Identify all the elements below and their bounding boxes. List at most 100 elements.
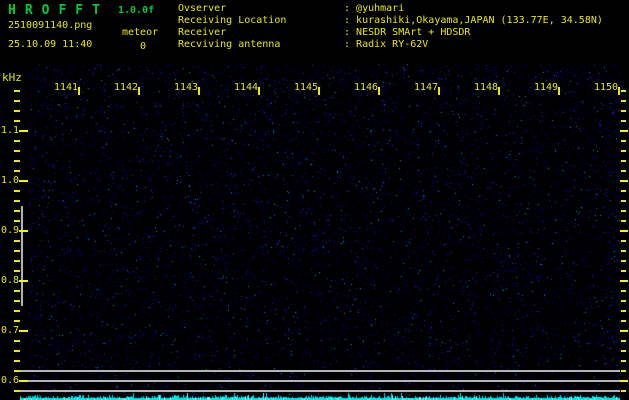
- time-axis-label: 1144: [234, 82, 259, 93]
- freq-minor-tick: [621, 200, 626, 202]
- freq-minor-tick: [621, 100, 626, 102]
- freq-minor-tick: [14, 320, 20, 322]
- info-separator: :: [344, 3, 357, 14]
- freq-minor-tick: [14, 190, 20, 192]
- datetime-label: 25.10.09 11:40: [8, 39, 93, 50]
- freq-major-tick: [19, 280, 28, 282]
- freq-tick-label: 1.1: [1, 125, 20, 136]
- freq-minor-tick: [14, 120, 20, 122]
- freq-minor-tick: [14, 310, 20, 312]
- meteor-count-value: 0: [140, 41, 147, 52]
- time-tick: [498, 87, 500, 95]
- freq-minor-tick: [621, 150, 626, 152]
- freq-tick-label: 0.6: [1, 375, 20, 386]
- freq-minor-tick: [621, 370, 626, 372]
- time-tick: [618, 87, 620, 95]
- freq-minor-tick: [621, 110, 626, 112]
- time-axis-label: 1150: [594, 82, 619, 93]
- freq-minor-tick: [621, 270, 626, 272]
- freq-minor-tick: [621, 190, 626, 192]
- observer-info: Ovserver: @yuhmari Receiving Location: ku…: [178, 3, 603, 51]
- freq-minor-tick: [621, 170, 626, 172]
- freq-minor-tick: [621, 90, 626, 92]
- freq-minor-tick: [621, 240, 626, 242]
- info-label: Receiving Location: [178, 15, 287, 26]
- info-label: Receiver: [178, 27, 227, 38]
- time-axis-label: 1148: [474, 82, 499, 93]
- signal-level-trace: [20, 392, 620, 400]
- time-tick: [318, 87, 320, 95]
- freq-major-tick: [19, 130, 28, 132]
- freq-minor-tick: [621, 160, 626, 162]
- freq-minor-tick: [621, 390, 626, 392]
- meteor-count-label: meteor: [122, 27, 159, 38]
- freq-tick-label: 0.9: [1, 225, 20, 236]
- freq-minor-tick: [14, 140, 20, 142]
- freq-minor-tick: [621, 140, 626, 142]
- filename-label: 2510091140.png: [8, 20, 93, 31]
- freq-minor-tick: [14, 250, 20, 252]
- info-value: @yuhmari: [356, 3, 405, 14]
- time-tick: [258, 87, 260, 95]
- version-label: 1.0.0f: [118, 5, 155, 16]
- freq-minor-tick: [14, 110, 20, 112]
- freq-minor-tick: [621, 120, 626, 122]
- freq-major-tick: [19, 180, 28, 182]
- freq-minor-tick: [14, 260, 20, 262]
- time-axis-label: 1149: [534, 82, 559, 93]
- info-label: Ovserver: [178, 3, 227, 14]
- info-separator: :: [344, 39, 357, 50]
- freq-major-tick: [19, 380, 28, 382]
- freq-major-tick: [620, 380, 628, 382]
- freq-minor-tick: [14, 290, 20, 292]
- time-tick: [438, 87, 440, 95]
- freq-minor-tick: [621, 360, 626, 362]
- freq-minor-tick: [14, 350, 20, 352]
- freq-minor-tick: [14, 160, 20, 162]
- time-tick: [558, 87, 560, 95]
- info-row: Ovserver: @yuhmari: [178, 3, 603, 15]
- freq-major-tick: [620, 230, 628, 232]
- info-value: Radix RY-62V: [356, 39, 429, 50]
- freq-minor-tick: [14, 90, 20, 92]
- reference-line: [20, 380, 620, 382]
- info-row: Receiving Location: kurashiki,Okayama,JA…: [178, 15, 603, 27]
- freq-minor-tick: [14, 340, 20, 342]
- freq-minor-tick: [621, 300, 626, 302]
- freq-minor-tick: [621, 220, 626, 222]
- freq-tick-label: 1.0: [1, 175, 20, 186]
- time-tick: [138, 87, 140, 95]
- freq-minor-tick: [14, 210, 20, 212]
- freq-minor-tick: [14, 220, 20, 222]
- freq-minor-tick: [14, 300, 20, 302]
- time-axis-label: 1141: [54, 82, 79, 93]
- freq-minor-tick: [14, 100, 20, 102]
- hrofft-window: HROFFT 1.0.0f 2510091140.png 25.10.09 11…: [0, 0, 629, 400]
- freq-major-tick: [620, 130, 628, 132]
- freq-minor-tick: [14, 270, 20, 272]
- freq-minor-tick: [621, 210, 626, 212]
- info-label: Recviving antenna: [178, 39, 281, 50]
- freq-minor-tick: [14, 200, 20, 202]
- info-value: NESDR SMArt + HDSDR: [356, 27, 471, 38]
- count-band-marker: [21, 206, 23, 306]
- freq-minor-tick: [621, 320, 626, 322]
- freq-minor-tick: [621, 250, 626, 252]
- info-separator: :: [344, 15, 357, 26]
- info-row: Recviving antenna: Radix RY-62V: [178, 39, 603, 51]
- freq-major-tick: [19, 330, 28, 332]
- time-tick: [78, 87, 80, 95]
- time-tick: [378, 87, 380, 95]
- freq-minor-tick: [621, 350, 626, 352]
- time-axis-label: 1147: [414, 82, 439, 93]
- reference-line: [20, 370, 620, 372]
- freq-major-tick: [620, 180, 628, 182]
- freq-minor-tick: [621, 340, 626, 342]
- app-title: HROFFT: [8, 3, 109, 18]
- khz-unit-label: kHz: [2, 71, 22, 84]
- freq-minor-tick: [14, 240, 20, 242]
- freq-minor-tick: [14, 170, 20, 172]
- time-axis-label: 1143: [174, 82, 199, 93]
- freq-major-tick: [620, 280, 628, 282]
- freq-major-tick: [620, 330, 628, 332]
